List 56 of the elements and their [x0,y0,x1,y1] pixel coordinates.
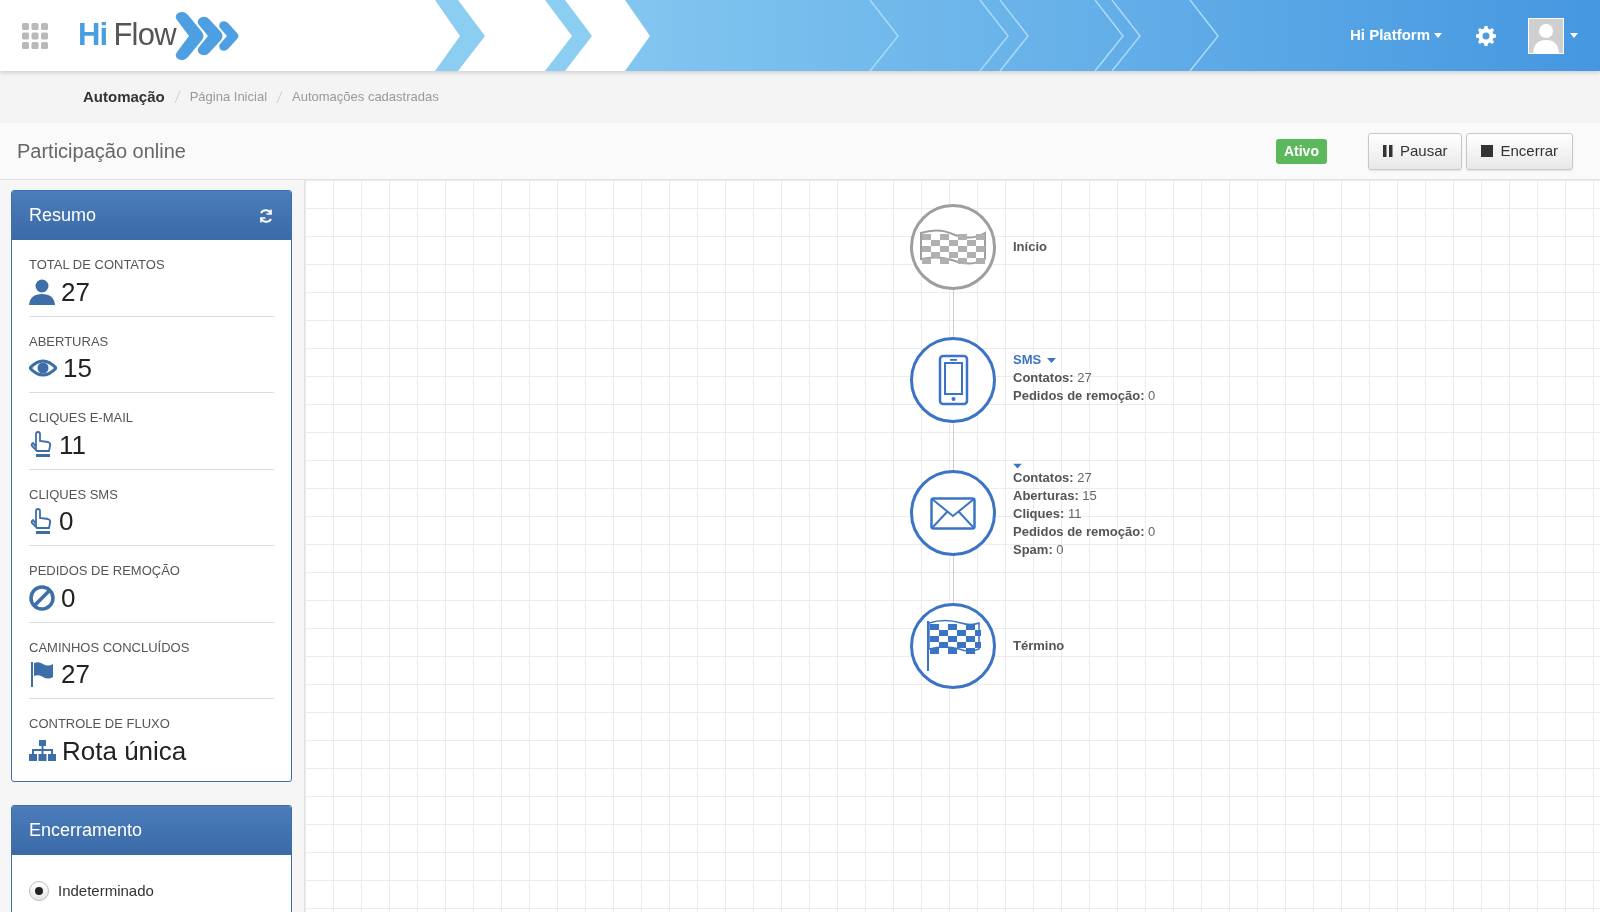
panel-title: Encerramento [29,818,143,842]
page-title: Participação online [17,139,186,164]
pause-icon [1382,145,1393,157]
mobile-phone-icon [937,354,969,406]
logo[interactable]: Hi Flow [78,9,244,62]
radio-label: Indeterminado [58,880,154,901]
dropdown-caret-icon[interactable] [1047,357,1057,363]
node-stat: Contatos: 27 [1013,468,1093,487]
avatar-icon [1528,17,1564,54]
metric-value: 0 [59,506,74,536]
envelope-icon [930,496,976,530]
caret-icon [1570,33,1578,38]
person-icon [29,278,55,305]
metric-label: CLIQUES E-MAIL [29,409,135,427]
separator-icon [173,91,181,103]
node-stat: Spam: 0 [1013,540,1065,559]
node-stat: Contatos: 27 [1013,369,1093,387]
metric-value: 27 [61,276,90,307]
pointing-hand-icon [29,507,53,535]
caret-icon [1434,33,1442,38]
metric-value: Rota única [62,735,187,766]
node-stat: Pedidos de remoção: 0 [1013,387,1157,405]
node-title: Término [1013,637,1065,655]
flag-icon [29,661,55,687]
pointing-hand-icon [29,431,53,458]
dropdown-caret-icon[interactable] [1013,463,1022,469]
node-title: Início [1013,238,1047,256]
node-stat: Pedidos de remoção: 0 [1013,522,1157,541]
node-title: SMS [1013,351,1042,369]
breadcrumb-link[interactable]: Automação [83,85,165,109]
panel-title: Resumo [29,204,97,227]
ban-icon [29,584,55,611]
metric-value: 11 [59,429,86,460]
metric-label: CAMINHOS CONCLUÍDOS [29,638,191,657]
metric-label: CONTROLE DE FLUXO [29,715,171,733]
radio-button[interactable] [29,880,49,901]
separator-icon [276,91,283,103]
metric-label: TOTAL DE CONTATOS [29,256,166,274]
status-badge: Ativo [1275,138,1327,164]
settings-icon[interactable] [1476,25,1496,46]
node-stat: Aberturas: 15 [1013,486,1098,505]
stop-icon [1481,145,1494,157]
sitemap-icon [29,740,56,761]
metric-label: CLIQUES SMS [29,485,119,504]
pause-button[interactable]: Pausar [1367,132,1463,170]
metric-value: 0 [61,582,76,613]
metric-value: 15 [63,353,92,383]
stop-button[interactable]: Encerrar [1466,132,1573,170]
metric-label: ABERTURAS [29,332,110,351]
node-stat: Cliques: 11 [1013,504,1083,523]
refresh-icon[interactable] [258,207,274,224]
metric-label: PEDIDOS DE REMOÇÃO [29,562,181,580]
metric-value: 27 [61,659,90,689]
checkered-flag-icon [925,619,981,673]
checkered-flag-icon [919,229,987,265]
user-menu[interactable] [1528,17,1578,54]
